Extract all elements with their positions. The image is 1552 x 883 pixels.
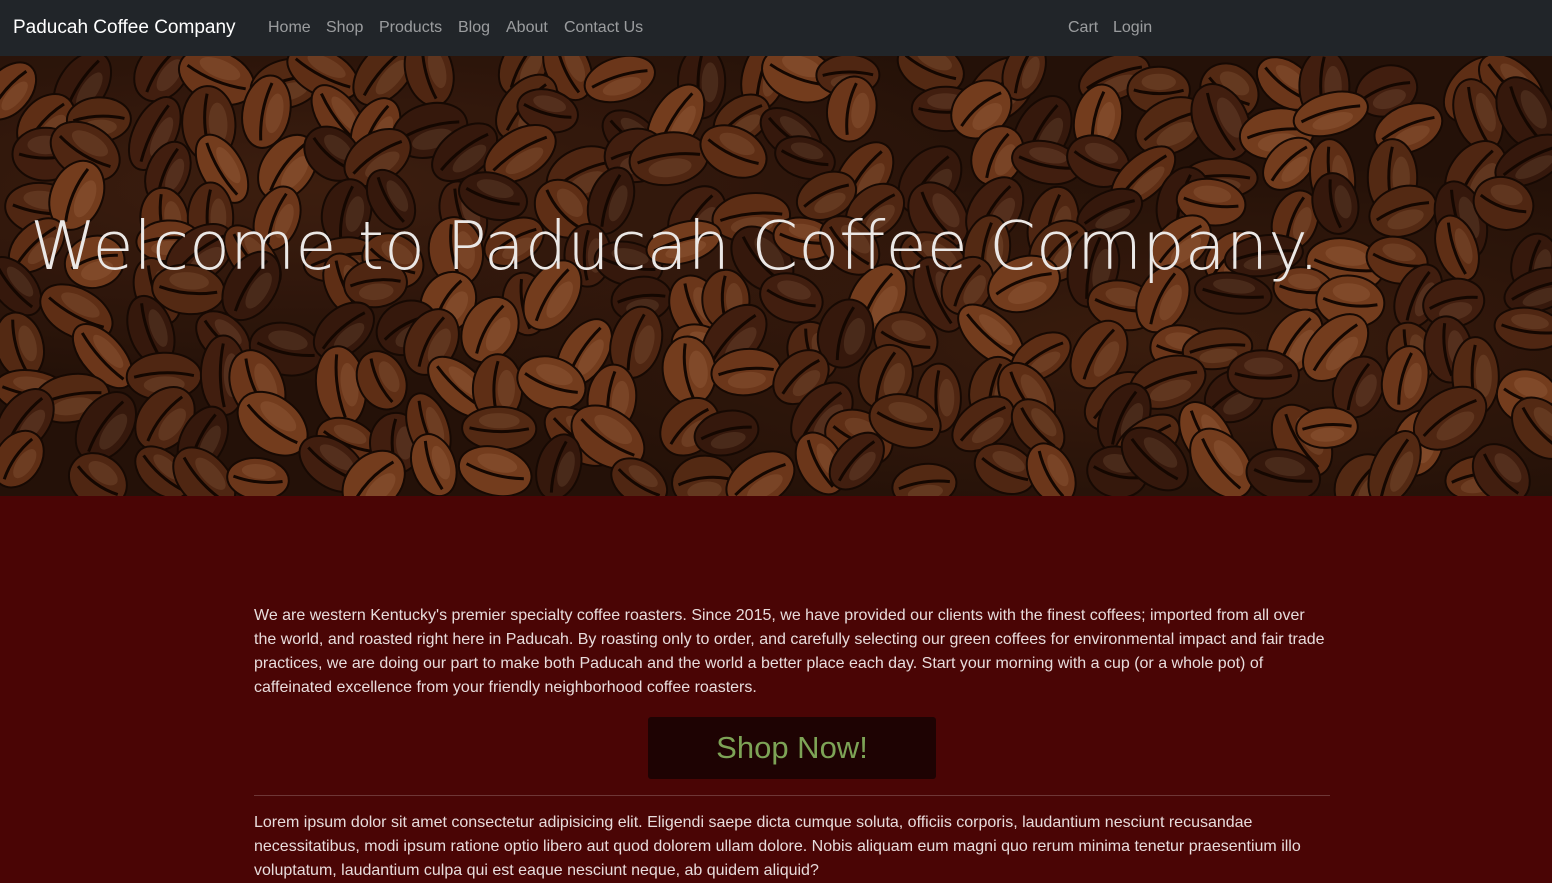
nav-link-login[interactable]: Login [1113, 17, 1152, 39]
main-content: We are western Kentucky's premier specia… [0, 496, 1552, 879]
nav-link-products[interactable]: Products [379, 17, 442, 39]
intro-paragraph: We are western Kentucky's premier specia… [254, 607, 1325, 696]
nav-link-about[interactable]: About [506, 17, 548, 39]
hero-title: Welcome to Paducah Coffee Company. [30, 207, 1320, 285]
lorem-paragraph: Lorem ipsum dolor sit amet consectetur a… [254, 814, 1301, 879]
navbar: Paducah Coffee Company Home Shop Product… [0, 0, 1552, 56]
nav-link-cart[interactable]: Cart [1068, 17, 1098, 39]
hero-banner: Welcome to Paducah Coffee Company. [0, 56, 1552, 496]
nav-link-shop[interactable]: Shop [326, 17, 363, 39]
nav-link-blog[interactable]: Blog [458, 17, 490, 39]
nav-link-contact-us[interactable]: Contact Us [564, 17, 643, 39]
divider [254, 795, 1330, 796]
brand-link[interactable]: Paducah Coffee Company [13, 15, 236, 41]
nav-link-home[interactable]: Home [268, 17, 311, 39]
shop-now-button[interactable]: Shop Now! [648, 717, 936, 779]
